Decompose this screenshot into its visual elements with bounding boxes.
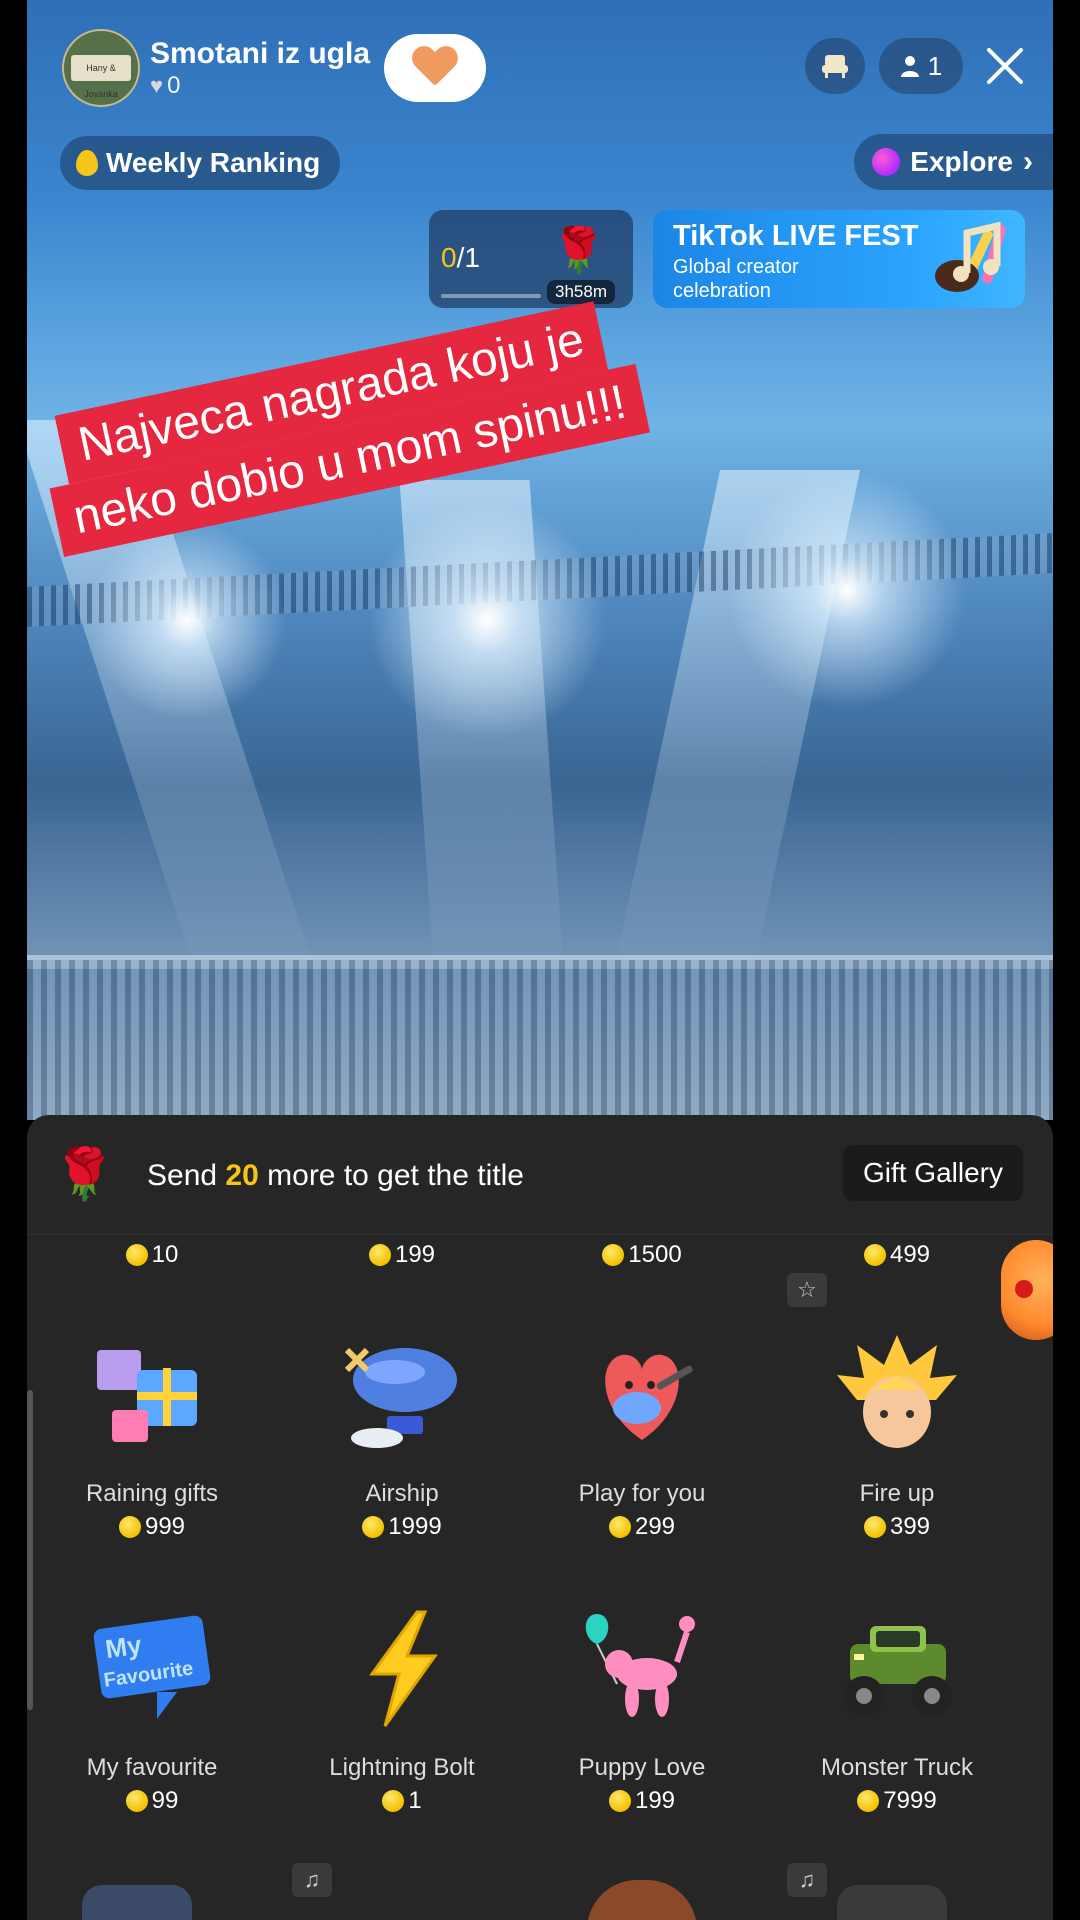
floodlight <box>87 520 287 720</box>
next-gift-preview[interactable] <box>82 1885 192 1920</box>
gift-goal-card[interactable]: 0/1 🌹 3h58m <box>429 210 633 308</box>
fire-hair-icon <box>827 1325 967 1465</box>
seat-button[interactable] <box>805 38 865 94</box>
heart-icon <box>412 47 458 89</box>
gift-name: Puppy Love <box>578 1754 706 1781</box>
close-icon <box>987 48 1023 84</box>
explore-button[interactable]: Explore › <box>854 134 1053 190</box>
gift-name: My favourite <box>86 1754 218 1781</box>
fest-title: TikTok LIVE FEST <box>673 220 919 252</box>
sparkle-badge-icon: ☆ <box>787 1273 827 1307</box>
live-screen: Hany & Jovanka Smotani iz ugla ♥ 0 1 Wee… <box>27 0 1053 1920</box>
gift-name: Monster Truck <box>820 1754 974 1781</box>
gift-price: 299 <box>517 1513 767 1541</box>
coin-icon <box>863 1244 886 1266</box>
gift-item-my-favourite[interactable]: My Favourite My favourite 99 <box>27 1599 277 1859</box>
next-gift-preview[interactable] <box>837 1885 947 1920</box>
monster-truck-icon <box>827 1599 967 1739</box>
coin-icon <box>118 1516 141 1538</box>
weekly-ranking-label: Weekly Ranking <box>106 147 321 178</box>
coin-icon <box>602 1244 625 1266</box>
music-note-art-icon <box>935 221 1006 292</box>
top-right-controls: 1 <box>805 38 1033 94</box>
gift-gallery-button[interactable]: Gift Gallery <box>842 1145 1023 1201</box>
gift-price: 999 <box>27 1513 277 1541</box>
person-icon <box>900 56 919 77</box>
previous-gift-row: 10 199 1500 499 <box>27 1241 1053 1275</box>
music-note-badge-icon: ♫ <box>292 1863 332 1897</box>
gift-item-fire-up[interactable]: ☆ Fire up 399 <box>772 1273 1022 1585</box>
rose-icon: 🌹 <box>53 1146 116 1202</box>
gift-price: 10 <box>27 1241 277 1269</box>
floodlight <box>367 500 607 740</box>
lightning-bolt-icon <box>332 1599 472 1739</box>
my-favourite-sign-icon: My Favourite <box>82 1599 222 1739</box>
goal-progress-bar <box>441 294 541 298</box>
balloon-dog-icon <box>572 1599 712 1739</box>
side-gift-orb[interactable] <box>1001 1240 1053 1340</box>
likes-count: 0 <box>167 71 181 99</box>
coin-icon <box>382 1790 405 1812</box>
coin-icon <box>608 1516 631 1538</box>
coin-icon <box>125 1790 148 1812</box>
floodlight <box>727 470 967 710</box>
coin-icon <box>863 1516 886 1538</box>
coin-icon <box>608 1790 631 1812</box>
gift-price: 1500 <box>517 1241 767 1269</box>
gift-item-play-for-you[interactable]: Play for you 299 <box>517 1325 767 1585</box>
scroll-handle[interactable] <box>27 1390 33 1710</box>
coin-icon <box>368 1244 391 1266</box>
coin-icon <box>362 1516 385 1538</box>
heart-guitar-icon <box>572 1325 712 1465</box>
host-avatar[interactable]: Hany & Jovanka <box>62 28 140 107</box>
gift-item-raining-gifts[interactable]: Raining gifts 999 <box>27 1325 277 1585</box>
viewer-count: 1 <box>927 50 943 81</box>
gift-price: 499 <box>772 1241 1022 1269</box>
gift-panel: 🌹 Send 20 more to get the title Gift Gal… <box>27 1115 1053 1920</box>
gift-price: 399 <box>772 1513 1022 1541</box>
gift-item-monster-truck[interactable]: Monster Truck 7999 <box>772 1599 1022 1859</box>
host-likes: ♥ 0 <box>150 72 370 100</box>
gift-panel-header: 🌹 Send 20 more to get the title Gift Gal… <box>27 1115 1053 1235</box>
gift-price: 199 <box>517 1787 767 1815</box>
weekly-ranking-button[interactable]: Weekly Ranking <box>60 136 341 190</box>
next-gift-preview[interactable] <box>587 1880 697 1920</box>
drop-icon <box>76 150 98 176</box>
airship-icon <box>332 1325 472 1465</box>
viewer-count-button[interactable]: 1 <box>879 38 963 94</box>
heart-icon: ♥ <box>150 72 164 98</box>
goal-progress: 0/1 <box>441 242 480 273</box>
close-button[interactable] <box>977 38 1033 94</box>
gift-name: Airship <box>365 1480 439 1507</box>
gift-price: 1999 <box>277 1513 527 1541</box>
chevron-right-icon: › <box>1023 145 1033 178</box>
gift-price: 99 <box>27 1787 277 1815</box>
gift-price: 199 <box>277 1241 527 1269</box>
coin-icon <box>125 1244 148 1266</box>
host-bar: Hany & Jovanka Smotani iz ugla ♥ 0 <box>62 28 487 107</box>
music-note-badge-icon: ♫ <box>787 1863 827 1897</box>
gift-name: Lightning Bolt <box>329 1754 475 1781</box>
gift-price: 7999 <box>772 1787 1022 1815</box>
gift-name: Play for you <box>578 1480 706 1507</box>
seat-icon <box>822 55 848 78</box>
avatar-logo-text: Hany & Jovanka <box>71 54 131 99</box>
explore-label: Explore <box>910 146 1013 177</box>
gift-price: 1 <box>277 1787 527 1815</box>
gift-item-airship[interactable]: Airship 1999 <box>277 1325 527 1585</box>
gift-item-lightning-bolt[interactable]: Lightning Bolt 1 <box>277 1599 527 1859</box>
explore-orb-icon <box>872 148 901 176</box>
gift-name: Raining gifts <box>85 1480 219 1507</box>
title-progress-text: Send 20 more to get the title <box>147 1159 524 1192</box>
gift-boxes-icon <box>82 1325 222 1465</box>
coin-icon <box>857 1790 880 1812</box>
svg-text:My: My <box>103 1629 143 1664</box>
gift-item-puppy-love[interactable]: Puppy Love 199 <box>517 1599 767 1859</box>
rose-icon: 🌹 <box>551 226 606 275</box>
gift-name: Fire up <box>859 1480 935 1507</box>
follow-heart-button[interactable] <box>384 33 487 102</box>
host-name[interactable]: Smotani iz ugla <box>150 36 370 72</box>
